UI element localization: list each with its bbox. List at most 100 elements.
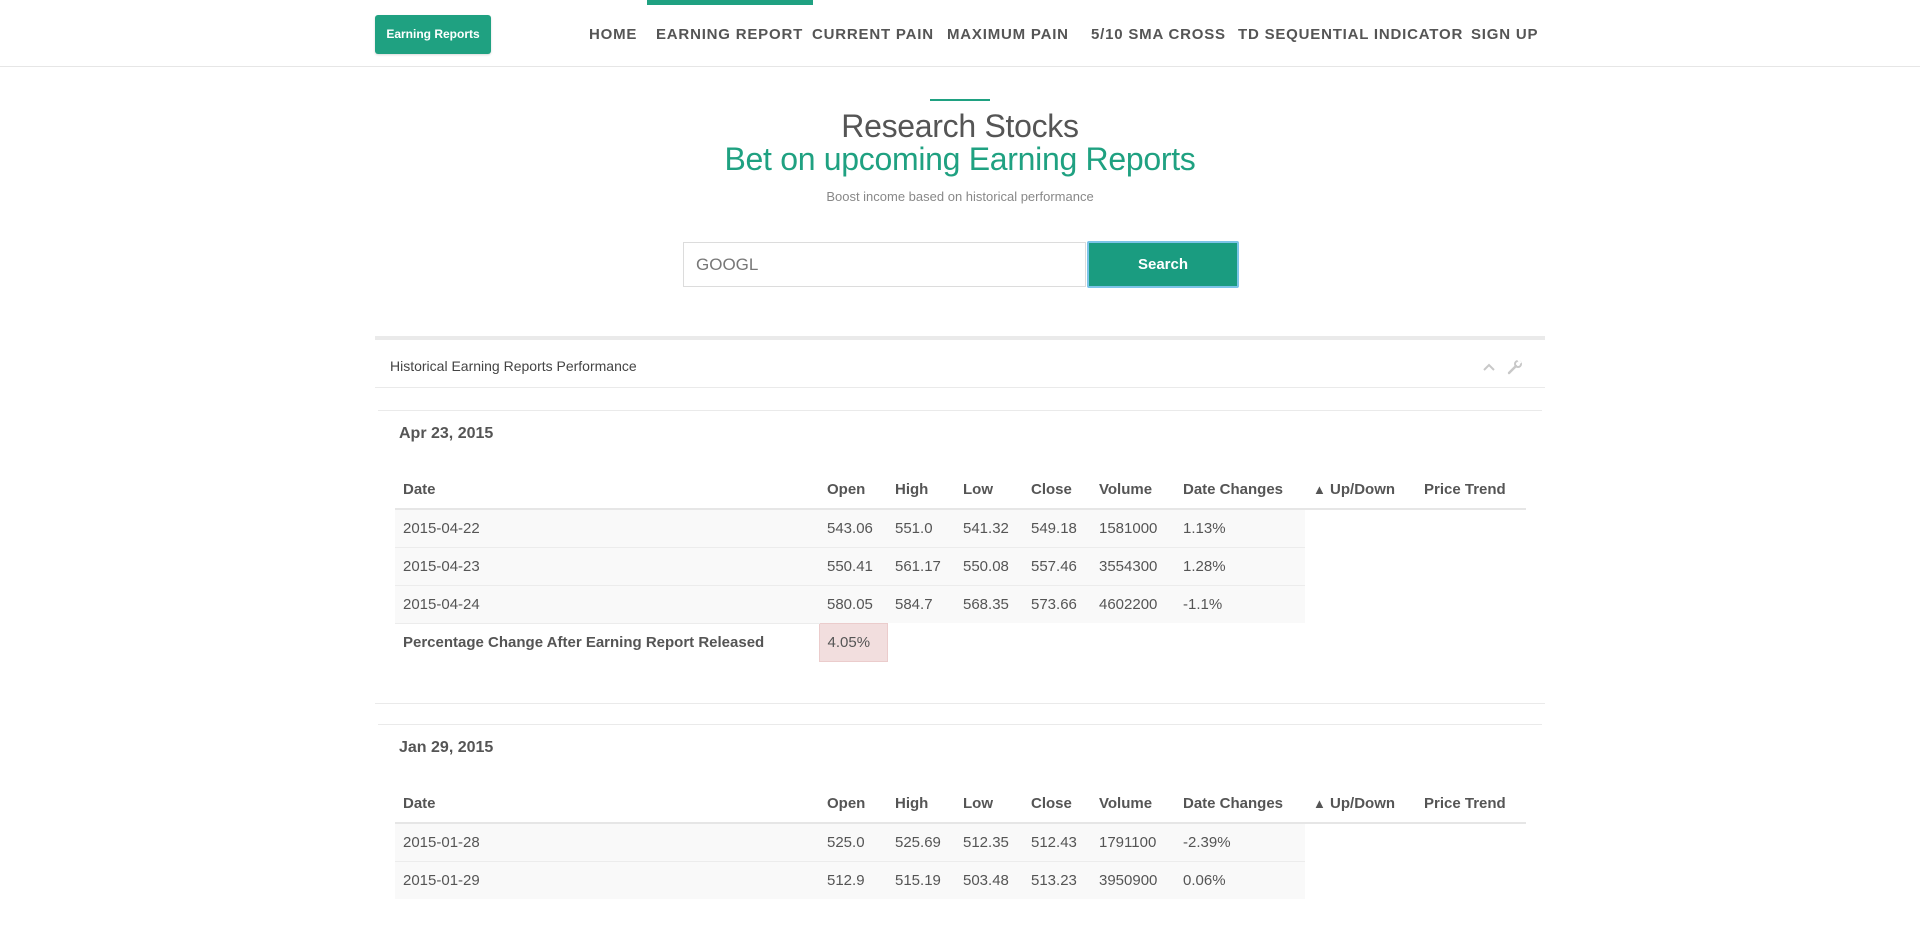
triangle-up-icon: ▲ — [1313, 482, 1326, 497]
col-open: Open — [819, 785, 887, 824]
summary-percentage: 4.05% — [818, 622, 888, 662]
cell-date-change: 1.13% — [1175, 508, 1305, 547]
cell-low: 568.35 — [955, 584, 1023, 623]
brand-logo-button[interactable]: Earning Reports — [375, 15, 491, 54]
col-date-changes: Date Changes — [1175, 785, 1305, 824]
cell-close: 512.43 — [1023, 822, 1091, 861]
cell-open: 543.06 — [819, 508, 887, 547]
cell-high: 584.7 — [887, 584, 955, 623]
cell-up-down — [1305, 509, 1416, 547]
cell-date-change: -1.1% — [1175, 584, 1305, 623]
cell-open: 525.0 — [819, 822, 887, 861]
summary-empty — [1175, 623, 1305, 661]
table-header-row: Date Open High Low Close Volume Date Cha… — [395, 471, 1526, 510]
nav-td-sequential[interactable]: TD SEQUENTIAL INDICATOR — [1238, 0, 1463, 67]
cell-high: 525.69 — [887, 822, 955, 861]
cell-date: 2015-01-28 — [395, 822, 819, 861]
col-up-down: ▲ Up/Down — [1305, 785, 1416, 824]
cell-price-trend — [1416, 823, 1526, 861]
cell-price-trend — [1416, 509, 1526, 547]
cell-up-down — [1305, 861, 1416, 899]
summary-empty — [887, 623, 955, 661]
summary-empty — [1023, 623, 1091, 661]
col-close: Close — [1023, 785, 1091, 824]
nav-current-pain[interactable]: CURRENT PAIN — [812, 0, 934, 67]
summary-empty — [1416, 623, 1526, 661]
historical-performance-panel: Historical Earning Reports Performance A… — [375, 336, 1545, 936]
cell-price-trend — [1416, 547, 1526, 585]
cell-date-change: 1.28% — [1175, 546, 1305, 585]
col-high: High — [887, 785, 955, 824]
cell-high: 561.17 — [887, 546, 955, 585]
report-date: Apr 23, 2015 — [399, 425, 494, 442]
cell-date: 2015-04-23 — [395, 546, 819, 585]
table-row: 2015-04-22 543.06 551.0 541.32 549.18 15… — [395, 508, 1526, 547]
hero-divider — [930, 99, 990, 101]
nav-sign-up[interactable]: SIGN UP — [1471, 0, 1538, 67]
cell-date: 2015-01-29 — [395, 860, 819, 899]
cell-low: 541.32 — [955, 508, 1023, 547]
summary-label: Percentage Change After Earning Report R… — [395, 622, 819, 661]
cell-close: 549.18 — [1023, 508, 1091, 547]
report-date: Jan 29, 2015 — [399, 739, 494, 756]
cell-price-trend — [1416, 861, 1526, 899]
table-row: 2015-01-28 525.0 525.69 512.35 512.43 17… — [395, 822, 1526, 861]
report-section: Jan 29, 2015 Date Open High Low Close Vo… — [378, 724, 1542, 944]
cell-open: 580.05 — [819, 584, 887, 623]
col-date-changes: Date Changes — [1175, 471, 1305, 510]
triangle-up-icon: ▲ — [1313, 796, 1326, 811]
top-navbar: Earning Reports HOME EARNING REPORT CURR… — [0, 0, 1920, 67]
cell-date: 2015-04-22 — [395, 508, 819, 547]
table-row: 2015-04-24 580.05 584.7 568.35 573.66 46… — [395, 584, 1526, 623]
nav-sma-cross[interactable]: 5/10 SMA CROSS — [1091, 0, 1226, 67]
report-table: Date Open High Low Close Volume Date Cha… — [395, 471, 1526, 662]
cell-high: 551.0 — [887, 508, 955, 547]
panel-tools — [1475, 358, 1523, 376]
section-divider — [375, 703, 1545, 704]
nav-earning-report[interactable]: EARNING REPORT — [646, 0, 814, 67]
page-tagline: Boost income based on historical perform… — [826, 189, 1094, 204]
cell-volume: 3554300 — [1091, 546, 1175, 585]
summary-empty — [955, 623, 1023, 661]
cell-date: 2015-04-24 — [395, 584, 819, 623]
summary-row: Percentage Change After Earning Report R… — [395, 622, 1526, 662]
col-low: Low — [955, 471, 1023, 510]
panel-title: Historical Earning Reports Performance — [390, 358, 637, 374]
col-volume: Volume — [1091, 471, 1175, 510]
cell-up-down — [1305, 823, 1416, 861]
ticker-search-input[interactable] — [683, 242, 1086, 287]
col-price-trend: Price Trend — [1416, 471, 1526, 510]
cell-volume: 3950900 — [1091, 860, 1175, 899]
search-button[interactable]: Search — [1087, 241, 1239, 288]
cell-up-down — [1305, 547, 1416, 585]
wrench-icon[interactable] — [1507, 359, 1523, 375]
col-up-down-label: Up/Down — [1330, 795, 1396, 812]
nav-home[interactable]: HOME — [589, 0, 637, 67]
col-date: Date — [395, 471, 819, 510]
col-close: Close — [1023, 471, 1091, 510]
cell-close: 573.66 — [1023, 584, 1091, 623]
cell-volume: 4602200 — [1091, 584, 1175, 623]
cell-high: 515.19 — [887, 860, 955, 899]
summary-empty — [1305, 623, 1416, 661]
cell-up-down — [1305, 585, 1416, 623]
page-subtitle: Bet on upcoming Earning Reports — [724, 141, 1196, 177]
cell-open: 512.9 — [819, 860, 887, 899]
cell-price-trend — [1416, 585, 1526, 623]
summary-empty — [1091, 623, 1175, 661]
chevron-up-icon[interactable] — [1481, 359, 1497, 375]
col-up-down-label: Up/Down — [1330, 481, 1396, 498]
col-open: Open — [819, 471, 887, 510]
cell-close: 557.46 — [1023, 546, 1091, 585]
report-table: Date Open High Low Close Volume Date Cha… — [395, 785, 1526, 899]
col-up-down: ▲ Up/Down — [1305, 471, 1416, 510]
col-price-trend: Price Trend — [1416, 785, 1526, 824]
cell-low: 512.35 — [955, 822, 1023, 861]
nav-maximum-pain[interactable]: MAXIMUM PAIN — [947, 0, 1069, 67]
cell-low: 550.08 — [955, 546, 1023, 585]
panel-header: Historical Earning Reports Performance — [375, 340, 1545, 388]
cell-date-change: 0.06% — [1175, 860, 1305, 899]
col-low: Low — [955, 785, 1023, 824]
cell-open: 550.41 — [819, 546, 887, 585]
table-row: 2015-04-23 550.41 561.17 550.08 557.46 3… — [395, 546, 1526, 585]
